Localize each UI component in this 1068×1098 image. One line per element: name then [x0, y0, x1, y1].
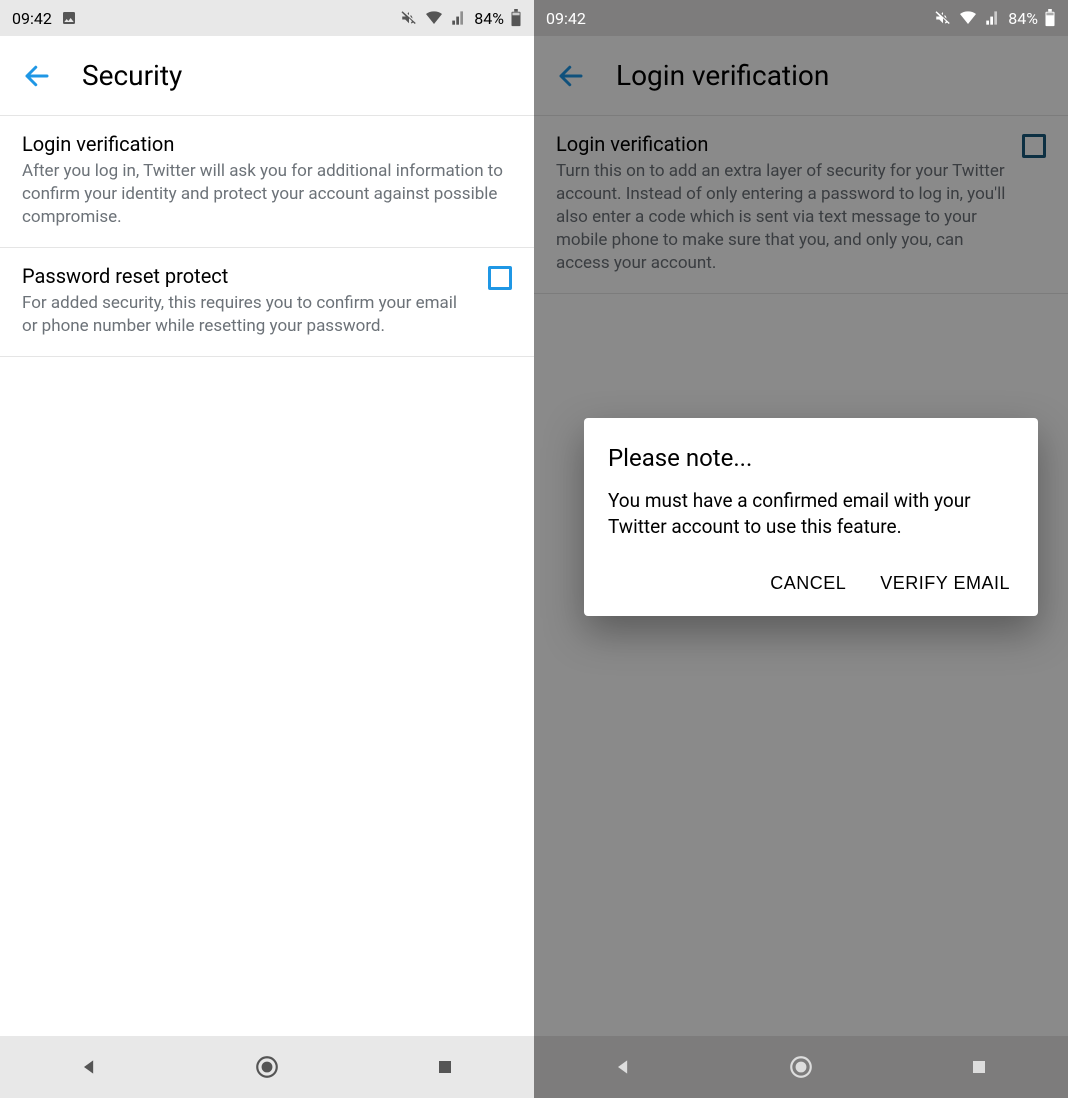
- mute-icon: [400, 9, 418, 27]
- checkbox-login-verification[interactable]: [1022, 134, 1046, 158]
- settings-list: Login verification After you log in, Twi…: [0, 116, 534, 1036]
- dialog-body: You must have a confirmed email with you…: [608, 488, 1014, 539]
- setting-login-verification[interactable]: Login verification After you log in, Twi…: [0, 116, 534, 248]
- nav-back-button[interactable]: [603, 1047, 643, 1087]
- status-bar: 09:42 84%: [0, 0, 534, 36]
- back-button[interactable]: [20, 59, 54, 93]
- status-battery-text: 84%: [1008, 9, 1038, 28]
- verify-email-button[interactable]: VERIFY EMAIL: [876, 565, 1014, 602]
- image-icon: [60, 10, 78, 26]
- phone-login-verification-screen: 09:42 84% Login verification: [534, 0, 1068, 1098]
- status-time: 09:42: [546, 9, 586, 28]
- setting-description: For added security, this requires you to…: [22, 292, 476, 338]
- dialog-please-note: Please note... You must have a confirmed…: [584, 418, 1038, 616]
- status-time: 09:42: [12, 9, 52, 28]
- dialog-title: Please note...: [608, 444, 1014, 472]
- battery-icon: [510, 9, 522, 27]
- setting-description: After you log in, Twitter will ask you f…: [22, 160, 512, 229]
- wifi-icon: [424, 10, 444, 26]
- setting-description: Turn this on to add an extra layer of se…: [556, 160, 1010, 275]
- android-nav-bar: [534, 1036, 1068, 1098]
- wifi-icon: [958, 10, 978, 26]
- setting-title: Login verification: [22, 132, 512, 156]
- signal-icon: [450, 10, 468, 26]
- setting-password-reset-protect[interactable]: Password reset protect For added securit…: [0, 248, 534, 357]
- back-button[interactable]: [554, 59, 588, 93]
- app-header: Login verification: [534, 36, 1068, 116]
- setting-login-verification[interactable]: Login verification Turn this on to add a…: [534, 116, 1068, 294]
- nav-home-button[interactable]: [781, 1047, 821, 1087]
- checkbox-password-reset-protect[interactable]: [488, 266, 512, 290]
- signal-icon: [984, 10, 1002, 26]
- app-header: Security: [0, 36, 534, 116]
- cancel-button[interactable]: CANCEL: [766, 565, 850, 602]
- mute-icon: [934, 9, 952, 27]
- status-bar: 09:42 84%: [534, 0, 1068, 36]
- status-battery-text: 84%: [474, 9, 504, 28]
- setting-title: Password reset protect: [22, 264, 476, 288]
- nav-back-button[interactable]: [69, 1047, 109, 1087]
- page-title: Login verification: [616, 59, 829, 92]
- setting-title: Login verification: [556, 132, 1010, 156]
- nav-home-button[interactable]: [247, 1047, 287, 1087]
- nav-recents-button[interactable]: [959, 1047, 999, 1087]
- page-title: Security: [82, 59, 182, 92]
- phone-security-screen: 09:42 84% Security: [0, 0, 534, 1098]
- android-nav-bar: [0, 1036, 534, 1098]
- nav-recents-button[interactable]: [425, 1047, 465, 1087]
- battery-icon: [1044, 9, 1056, 27]
